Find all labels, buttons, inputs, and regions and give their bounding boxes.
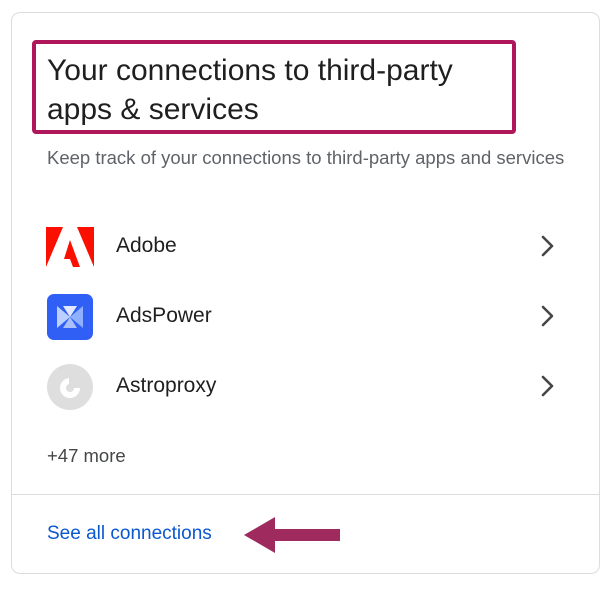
connection-row-adspower[interactable]: AdsPower	[12, 283, 599, 349]
chevron-right-icon	[541, 305, 554, 327]
card-divider	[12, 494, 599, 495]
astroproxy-logo-icon	[47, 364, 93, 410]
card-subtitle: Keep track of your connections to third-…	[47, 147, 565, 168]
connection-name: Adobe	[116, 234, 177, 257]
chevron-right-icon	[541, 375, 554, 397]
connection-row-astroproxy[interactable]: Astroproxy	[12, 353, 599, 419]
more-connections-count: +47 more	[47, 445, 126, 466]
see-all-connections-link[interactable]: See all connections	[47, 521, 212, 547]
connection-name: AdsPower	[116, 304, 212, 327]
card-title: Your connections to third-party apps & s…	[47, 54, 453, 126]
connection-name: Astroproxy	[116, 374, 217, 397]
adobe-logo-icon	[46, 225, 94, 269]
adspower-logo-icon	[47, 294, 93, 340]
third-party-connections-card: Your connections to third-party apps & s…	[11, 12, 600, 574]
chevron-right-icon	[541, 235, 554, 257]
connection-row-adobe[interactable]: Adobe	[12, 213, 599, 279]
left-arrow-icon	[244, 517, 340, 553]
